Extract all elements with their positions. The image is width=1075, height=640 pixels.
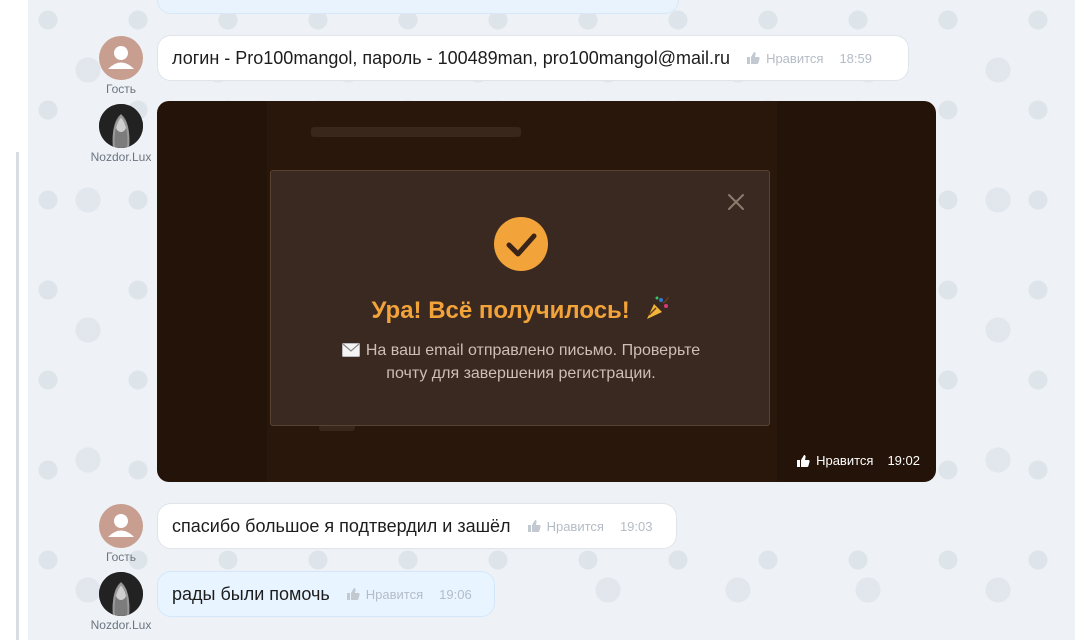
message-bubble[interactable]: рады были помочь Нравится 19:06 — [157, 571, 495, 617]
message-bubble[interactable]: спасибо большое я подтвердил и зашёл Нра… — [157, 503, 677, 549]
thumbs-up-icon[interactable] — [346, 587, 360, 601]
blurred-text — [311, 127, 521, 137]
envelope-icon — [341, 343, 360, 357]
like-button[interactable]: Нравится — [816, 453, 873, 468]
modal-title: Ура! Всё получилось! — [271, 295, 771, 325]
thumbs-up-icon[interactable] — [746, 51, 760, 65]
like-button[interactable]: Нравится — [366, 587, 423, 602]
message-time: 19:03 — [619, 518, 653, 534]
message-time: 18:59 — [839, 50, 872, 66]
message-text: логин - Pro100mangol, пароль - 100489man… — [172, 47, 731, 68]
author-name[interactable]: Nozdor.Lux — [81, 618, 161, 632]
check-circle-icon — [494, 217, 548, 271]
user-icon — [108, 46, 134, 69]
guest-avatar[interactable] — [99, 36, 143, 80]
author-name[interactable]: Гость — [81, 82, 161, 96]
image-message[interactable]: Ура! Всё получилось! На ваш email отправ… — [157, 101, 936, 482]
message-meta: Нравится 18:59 — [746, 51, 872, 66]
left-panel-edge — [0, 0, 28, 640]
nozdor-avatar[interactable] — [99, 104, 143, 148]
author-name[interactable]: Гость — [81, 550, 161, 564]
message-text: спасибо большое я подтвердил и зашёл — [172, 515, 511, 536]
guest-avatar[interactable] — [99, 504, 143, 548]
thumbs-up-icon[interactable] — [796, 454, 810, 468]
message-meta: Нравится 19:02 — [796, 453, 920, 468]
close-icon — [728, 194, 744, 210]
success-modal: Ура! Всё получилось! На ваш email отправ… — [270, 170, 770, 426]
author-name[interactable]: Nozdor.Lux — [81, 150, 161, 164]
avatar-photo — [99, 572, 143, 616]
message-time: 19:06 — [439, 586, 472, 602]
like-button[interactable]: Нравится — [547, 519, 604, 534]
scrollbar[interactable] — [16, 152, 19, 640]
party-popper-icon — [647, 296, 670, 319]
message-meta: Нравится 19:06 — [346, 587, 472, 602]
user-icon — [108, 514, 134, 537]
message-text: рады были помочь — [172, 583, 330, 604]
message-time: 19:02 — [887, 453, 920, 468]
avatar-photo — [99, 104, 143, 148]
message-meta: Нравится 19:03 — [527, 519, 653, 534]
nozdor-avatar[interactable] — [99, 572, 143, 616]
message-bubble[interactable]: логин - Pro100mangol, пароль - 100489man… — [157, 35, 909, 81]
previous-message-bubble — [157, 0, 679, 14]
like-button[interactable]: Нравится — [766, 51, 823, 66]
thumbs-up-icon[interactable] — [527, 519, 541, 533]
modal-text: На ваш email отправлено письмо. Проверьт… — [311, 339, 731, 385]
